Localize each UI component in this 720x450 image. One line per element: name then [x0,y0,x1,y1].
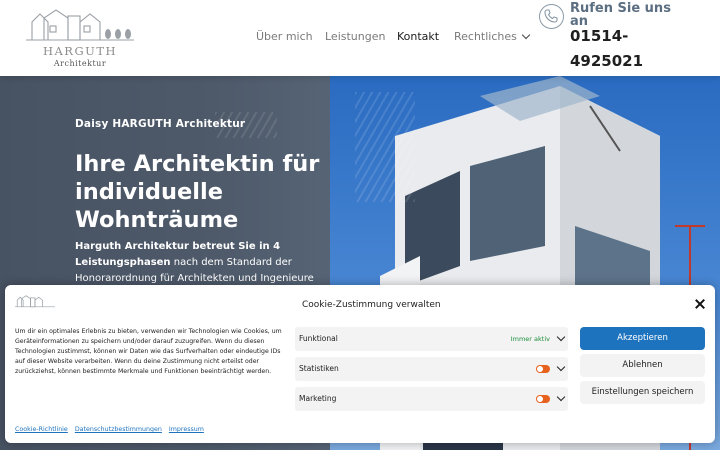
marketing-toggle[interactable] [536,395,550,403]
chevron-down-icon[interactable] [556,392,566,402]
cookie-category-label: Funktional [299,334,338,343]
close-icon[interactable] [694,298,706,310]
call-number[interactable]: 01514-4925021 [570,24,650,74]
save-settings-button[interactable]: Einstellungen speichern [580,381,705,404]
accept-button[interactable]: Akzeptieren [580,327,705,350]
hero-bottom-bar [423,443,503,450]
chevron-down-icon[interactable] [556,362,566,372]
imprint-link[interactable]: Impressum [169,426,204,433]
house-skyline-icon [26,9,134,41]
hero-text: Harguth Architektur betreut Sie in 4 Lei… [75,239,325,287]
cookie-category-funktional[interactable]: Funktional Immer aktiv [295,327,568,351]
cookie-category-label: Marketing [299,394,337,403]
nav-item-kontakt[interactable]: Kontakt [397,30,439,43]
chevron-down-icon [521,30,531,40]
always-active-label: Immer aktiv [510,335,550,343]
nav-item-ueber-mich[interactable]: Über mich [256,30,313,43]
nav-item-rechtliches-label: Rechtliches [454,30,517,43]
phone-icon[interactable] [539,4,564,29]
site-header: HARGUTH Architektur Über mich Leistungen… [0,0,720,76]
cookie-category-marketing[interactable]: Marketing [295,387,568,411]
harguth-logo[interactable]: HARGUTH Architektur [26,8,134,68]
cookie-message: Um dir ein optimales Erlebnis zu bieten,… [15,328,282,375]
logo-subtitle: Architektur [53,59,107,68]
statistiken-toggle[interactable] [536,365,550,373]
deny-button[interactable]: Ablehnen [580,354,705,377]
cookie-banner-logo [15,291,55,313]
cookie-category-label: Statistiken [299,364,339,373]
hero-title: Ihre Architektin für individuelle Wohntr… [75,151,320,233]
hero-kicker: Daisy HARGUTH Architektur [75,118,246,130]
nav-item-rechtliches[interactable]: Rechtliches [454,30,531,43]
cookie-category-statistiken[interactable]: Statistiken [295,357,568,381]
cookie-policy-link[interactable]: Cookie-Richtlinie [15,426,68,433]
chevron-down-icon[interactable] [556,332,566,342]
cookie-links: Cookie-Richtlinie Datenschutzbestimmunge… [15,426,209,433]
cookie-title: Cookie-Zustimmung verwalten [302,300,441,310]
privacy-link[interactable]: Datenschutzbestimmungen [75,426,162,433]
logo-name: HARGUTH [42,44,118,58]
cookie-banner: Cookie-Zustimmung verwalten Um dir ein o… [5,285,715,443]
decorative-stripes [355,92,415,202]
nav-item-leistungen[interactable]: Leistungen [325,30,385,43]
